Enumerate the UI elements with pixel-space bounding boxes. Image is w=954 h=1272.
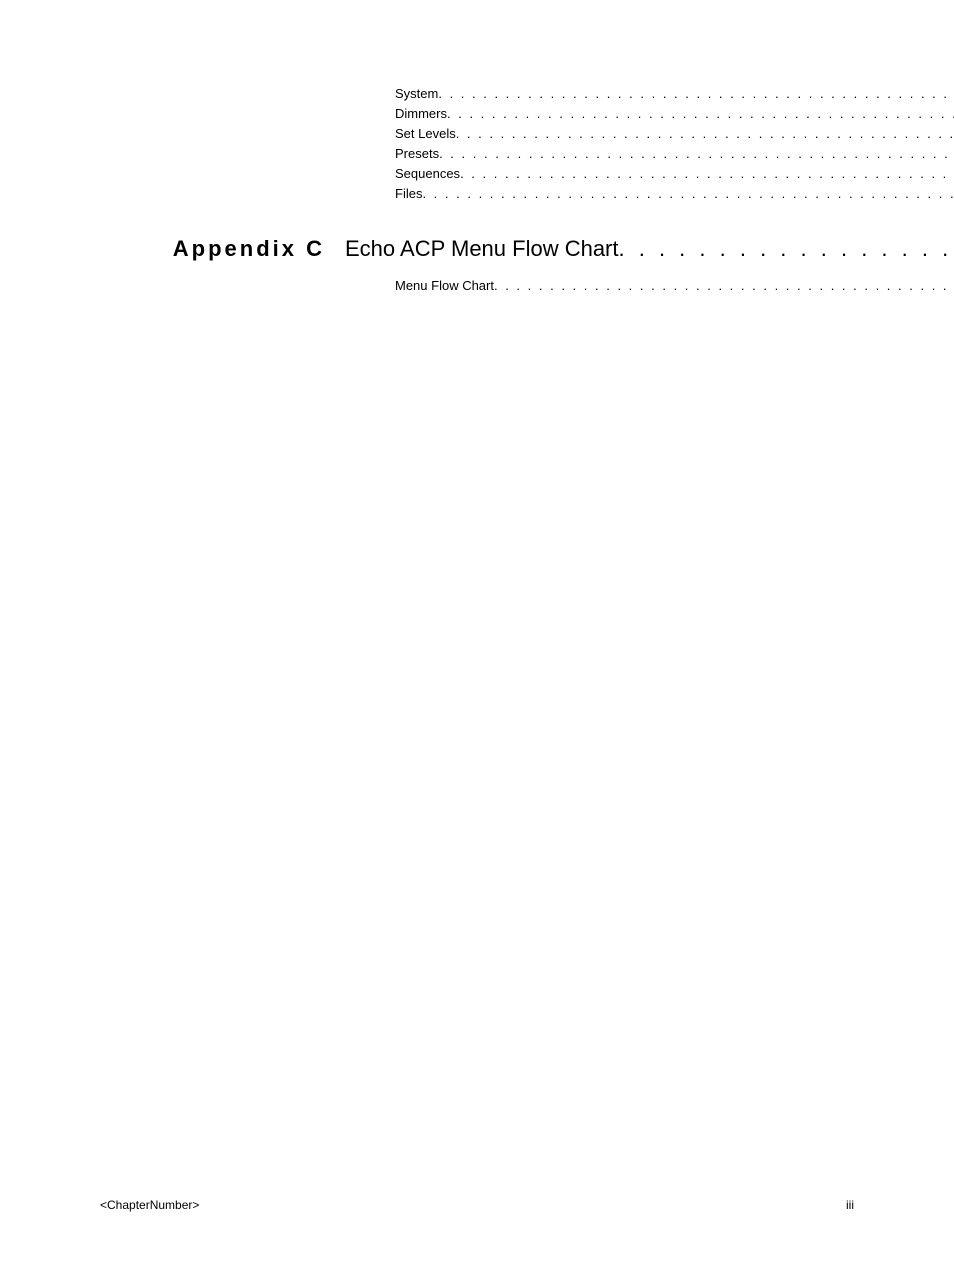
toc-entry-label: Dimmers — [395, 104, 447, 124]
footer-left: <ChapterNumber> — [100, 1198, 199, 1212]
appendix-title: Echo ACP Menu Flow Chart — [345, 236, 619, 262]
toc-leader-dots: . . . . . . . . . . . . . . . . . . . . … — [438, 84, 954, 104]
toc-sub-entry: System . . . . . . . . . . . . . . . . .… — [395, 84, 954, 104]
toc-sub-entry: Presets . . . . . . . . . . . . . . . . … — [395, 144, 954, 164]
toc-section-row: Appendix C Echo ACP Menu Flow Chart . . … — [100, 236, 854, 262]
toc-sub-entry: Sequences . . . . . . . . . . . . . . . … — [395, 164, 954, 184]
toc-row: System . . . . . . . . . . . . . . . . .… — [100, 84, 854, 204]
toc-leader-dots: . . . . . . . . . . . . . . . . . . . . … — [460, 164, 954, 184]
document-page: System . . . . . . . . . . . . . . . . .… — [0, 0, 954, 1272]
toc-leader-dots: . . . . . . . . . . . . . . . . . . . . … — [422, 184, 954, 204]
toc-leader-dots: . . . . . . . . . . . . . . . . . . . . … — [439, 144, 954, 164]
toc-row: Menu Flow Chart . . . . . . . . . . . . … — [100, 276, 854, 296]
toc-right-col: Menu Flow Chart . . . . . . . . . . . . … — [345, 276, 954, 296]
toc-leader-dots: . . . . . . . . . . . . . . . . . . . . … — [447, 104, 954, 124]
toc-entry-label: Set Levels — [395, 124, 456, 144]
toc-sub-entry: Set Levels . . . . . . . . . . . . . . .… — [395, 124, 954, 144]
toc-entry-label: System — [395, 84, 438, 104]
toc-sub-entry: Files . . . . . . . . . . . . . . . . . … — [395, 184, 954, 204]
toc-entry-label: Menu Flow Chart — [395, 276, 494, 296]
appendix-title-line: Echo ACP Menu Flow Chart . . . . . . . .… — [345, 236, 954, 262]
appendix-heading: Appendix C — [100, 236, 345, 262]
footer-right: iii — [846, 1198, 854, 1212]
toc-sub-entry: Dimmers . . . . . . . . . . . . . . . . … — [395, 104, 954, 124]
toc-right-col: System . . . . . . . . . . . . . . . . .… — [345, 84, 954, 204]
toc-leader-dots: . . . . . . . . . . . . . . . . . . . . … — [456, 124, 954, 144]
page-footer: <ChapterNumber> iii — [100, 1198, 854, 1212]
toc-entry-label: Presets — [395, 144, 439, 164]
toc-content: System . . . . . . . . . . . . . . . . .… — [100, 84, 854, 296]
toc-leader-dots: . . . . . . . . . . . . . . . . . . . . … — [494, 276, 954, 296]
toc-entry-label: Files — [395, 184, 422, 204]
toc-entry-label: Sequences — [395, 164, 460, 184]
toc-leader-dots: . . . . . . . . . . . . . . . . . . . . … — [619, 236, 954, 262]
toc-sub-entry: Menu Flow Chart . . . . . . . . . . . . … — [395, 276, 954, 296]
